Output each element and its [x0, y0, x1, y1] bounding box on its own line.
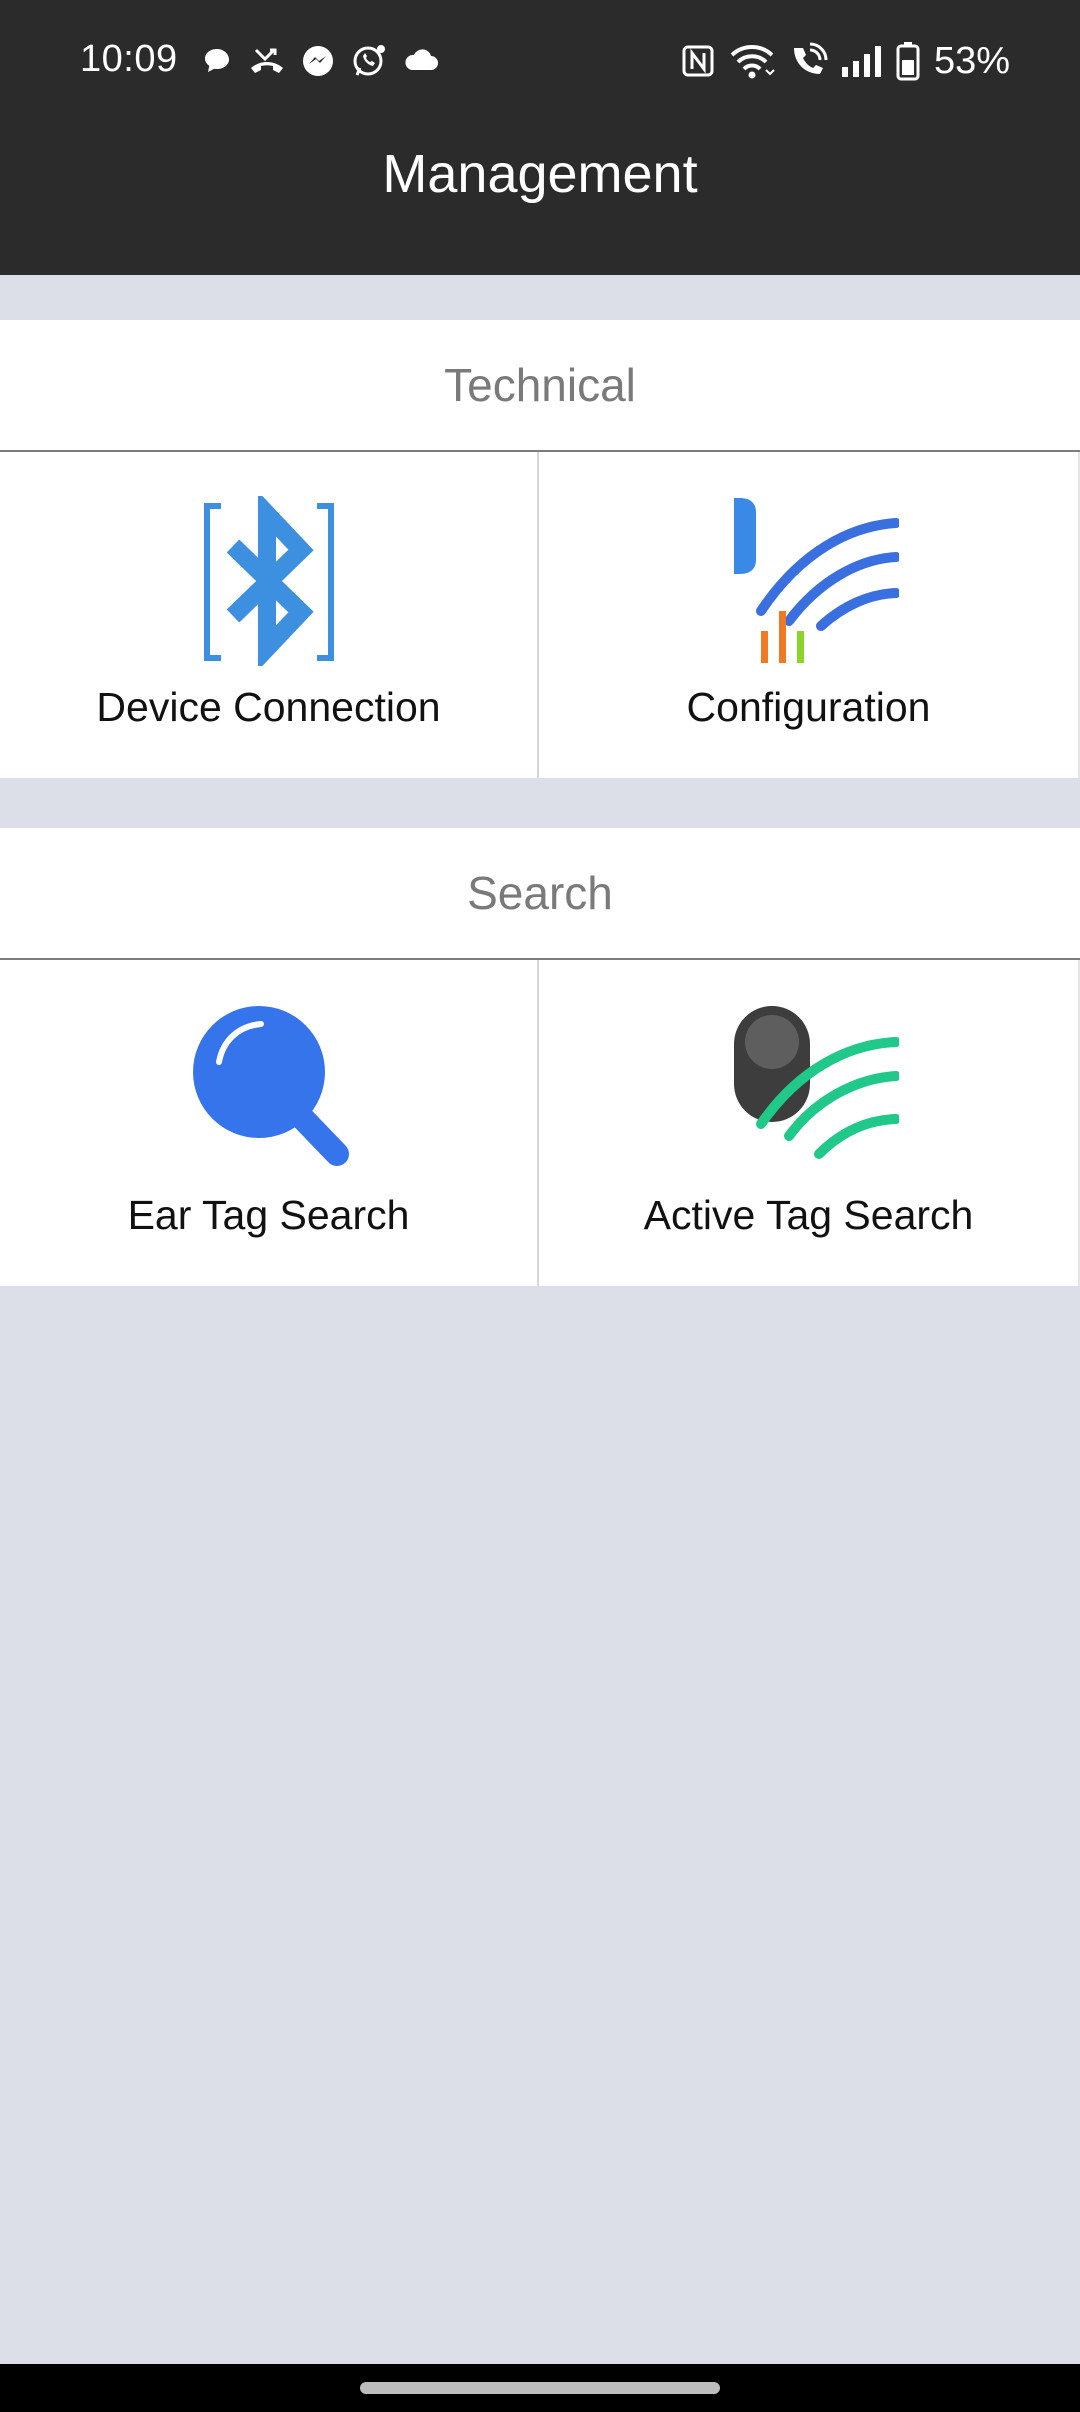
whatsapp-icon	[353, 45, 385, 76]
status-time: 10:09	[80, 38, 178, 80]
system-icons: 53%	[680, 38, 1010, 84]
active-tag-icon	[733, 1006, 899, 1159]
tile-label: Device Connection	[96, 684, 441, 730]
ear-tag-search-button[interactable]: Ear Tag Search	[0, 960, 539, 1286]
magnifier-icon	[192, 1006, 349, 1166]
configuration-button[interactable]: Configuration	[539, 452, 1080, 778]
section-title: Technical	[444, 359, 636, 411]
wifi-icon	[730, 45, 775, 79]
battery-percentage: 53%	[933, 39, 1010, 82]
chat-bubble-icon	[205, 49, 229, 72]
device-connection-button[interactable]: Device Connection	[0, 452, 539, 778]
cloud-icon	[405, 49, 438, 70]
app-bar: Management	[0, 122, 1080, 275]
section-header: Search	[0, 828, 1080, 960]
tile-label: Active Tag Search	[643, 1192, 974, 1238]
missed-call-icon	[251, 48, 283, 73]
signal-icon	[841, 46, 881, 77]
configuration-signal-icon	[733, 498, 899, 663]
nfc-icon	[682, 45, 714, 77]
tile-row: Ear Tag Search Active Tag Search	[0, 960, 1080, 1286]
section-header: Technical	[0, 320, 1080, 452]
page-title: Management	[382, 144, 698, 205]
wifi-calling-icon	[793, 42, 828, 74]
section-title: Search	[467, 867, 613, 919]
active-tag-search-button[interactable]: Active Tag Search	[539, 960, 1080, 1286]
section-search: Search Ear Tag Search Active Tag Search	[0, 828, 1080, 1286]
navigation-bar	[0, 2364, 1080, 2412]
messenger-icon	[303, 46, 333, 76]
notification-icons	[200, 40, 440, 82]
battery-icon	[896, 42, 920, 81]
bluetooth-icon	[203, 496, 334, 666]
status-bar: 10:09 53%	[0, 0, 1080, 122]
home-gesture-handle[interactable]	[360, 2382, 720, 2394]
section-technical: Technical Device Connection Configuratio…	[0, 320, 1080, 778]
tile-label: Configuration	[686, 684, 931, 730]
tile-label: Ear Tag Search	[127, 1192, 410, 1238]
tile-row: Device Connection Configuration	[0, 452, 1080, 778]
